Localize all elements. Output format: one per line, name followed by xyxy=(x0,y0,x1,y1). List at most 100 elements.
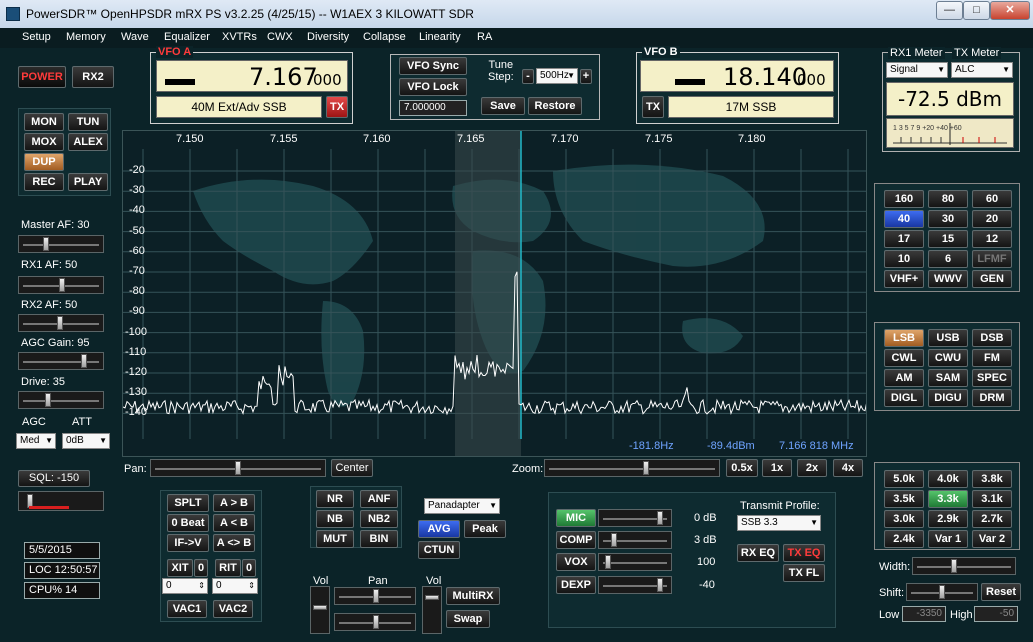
mode-usb-button[interactable]: USB xyxy=(928,329,968,347)
filter-4-0k-button[interactable]: 4.0k xyxy=(928,470,968,488)
center-button[interactable]: Center xyxy=(331,459,373,477)
vfo-b-tx-button[interactable]: TX xyxy=(642,96,664,118)
vfo-a-tx-button[interactable]: TX xyxy=(326,96,348,118)
band-wwv-button[interactable]: WWV xyxy=(928,270,968,288)
menu-xvtrs[interactable]: XVTRs xyxy=(222,31,257,43)
ctun-button[interactable]: CTUN xyxy=(418,541,460,559)
vfo-sync-button[interactable]: VFO Sync xyxy=(399,57,467,75)
dexp-slider[interactable] xyxy=(598,576,672,594)
rx1-meter-select[interactable]: Signal ▼ xyxy=(886,62,948,78)
filter-2-7k-button[interactable]: 2.7k xyxy=(972,510,1012,528)
menu-equalizer[interactable]: Equalizer xyxy=(164,31,210,43)
menu-cwx[interactable]: CWX xyxy=(267,31,293,43)
mode-fm-button[interactable]: FM xyxy=(972,349,1012,367)
zoom-2x-button[interactable]: 2x xyxy=(797,459,827,477)
menu-collapse[interactable]: Collapse xyxy=(363,31,406,43)
pan-rx2-slider[interactable] xyxy=(334,613,416,631)
dup-button[interactable]: DUP xyxy=(24,153,64,171)
vfo-a-frequency[interactable]: 7.167 000 xyxy=(156,60,348,92)
a-to-b-button[interactable]: A > B xyxy=(213,494,255,512)
mode-spec-button[interactable]: SPEC xyxy=(972,369,1012,387)
mic-slider[interactable] xyxy=(598,509,672,527)
anf-button[interactable]: ANF xyxy=(360,490,398,508)
band-30-button[interactable]: 30 xyxy=(928,210,968,228)
alex-button[interactable]: ALEX xyxy=(68,133,108,151)
rit-offset-input[interactable]: 0 ⇕ xyxy=(212,578,258,594)
menu-ra[interactable]: RA xyxy=(477,31,492,43)
drive-slider[interactable] xyxy=(18,391,104,409)
if-to-v-button[interactable]: IF->V xyxy=(167,534,209,552)
vox-slider[interactable] xyxy=(598,553,672,571)
vac2-button[interactable]: VAC2 xyxy=(213,600,253,618)
rx2-af-slider[interactable] xyxy=(18,314,104,332)
tun-button[interactable]: TUN xyxy=(68,113,108,131)
mode-cwl-button[interactable]: CWL xyxy=(884,349,924,367)
save-button[interactable]: Save xyxy=(481,97,525,115)
maximize-button[interactable]: □ xyxy=(963,1,990,20)
mute-button[interactable]: MUT xyxy=(316,530,354,548)
zero-beat-button[interactable]: 0 Beat xyxy=(167,514,209,532)
rx1-af-slider[interactable] xyxy=(18,276,104,294)
vol-rx2-slider[interactable] xyxy=(422,586,442,634)
band-12-button[interactable]: 12 xyxy=(972,230,1012,248)
bin-button[interactable]: BIN xyxy=(360,530,398,548)
nb2-button[interactable]: NB2 xyxy=(360,510,398,528)
menu-setup[interactable]: Setup xyxy=(22,31,51,43)
swap-ab-button[interactable]: A <> B xyxy=(213,534,255,552)
mode-sam-button[interactable]: SAM xyxy=(928,369,968,387)
mode-cwu-button[interactable]: CWU xyxy=(928,349,968,367)
filter-2-9k-button[interactable]: 2.9k xyxy=(928,510,968,528)
minimize-button[interactable]: — xyxy=(936,1,963,20)
band-160-button[interactable]: 160 xyxy=(884,190,924,208)
vfo-lock-button[interactable]: VFO Lock xyxy=(399,78,467,96)
power-button[interactable]: POWER xyxy=(18,66,66,88)
transmit-profile-select[interactable]: SSB 3.3 ▼ xyxy=(737,515,821,531)
vol-rx1-slider[interactable] xyxy=(310,586,330,634)
rit-value[interactable]: 0 xyxy=(242,559,256,577)
multirx-button[interactable]: MultiRX xyxy=(446,587,500,605)
nb-button[interactable]: NB xyxy=(316,510,354,528)
vox-button[interactable]: VOX xyxy=(556,553,596,571)
tune-step-select[interactable]: 500Hz ▼ xyxy=(536,68,578,84)
shift-slider[interactable] xyxy=(906,583,978,601)
filter-3-5k-button[interactable]: 3.5k xyxy=(884,490,924,508)
tune-step-plus[interactable]: + xyxy=(580,69,592,84)
band-20-button[interactable]: 20 xyxy=(972,210,1012,228)
restore-button[interactable]: Restore xyxy=(528,97,582,115)
tx-eq-button[interactable]: TX EQ xyxy=(783,544,825,562)
filter-3-8k-button[interactable]: 3.8k xyxy=(972,470,1012,488)
mode-am-button[interactable]: AM xyxy=(884,369,924,387)
sql-slider[interactable] xyxy=(18,491,104,511)
band-10-button[interactable]: 10 xyxy=(884,250,924,268)
band-lfmf-button[interactable]: LFMF xyxy=(972,250,1012,268)
vfo-sync-value[interactable]: 7.000000 xyxy=(399,100,467,116)
mode-digl-button[interactable]: DIGL xyxy=(884,389,924,407)
rx-eq-button[interactable]: RX EQ xyxy=(737,544,779,562)
band-60-button[interactable]: 60 xyxy=(972,190,1012,208)
vac1-button[interactable]: VAC1 xyxy=(167,600,207,618)
xit-offset-input[interactable]: 0 ⇕ xyxy=(162,578,208,594)
band-vhf--button[interactable]: VHF+ xyxy=(884,270,924,288)
peak-button[interactable]: Peak xyxy=(464,520,506,538)
agc-gain-slider[interactable] xyxy=(18,352,104,370)
zoom-slider[interactable] xyxy=(544,459,720,477)
filter-2-4k-button[interactable]: 2.4k xyxy=(884,530,924,548)
band-80-button[interactable]: 80 xyxy=(928,190,968,208)
att-select[interactable]: 0dB ▼ xyxy=(62,433,110,449)
band-17-button[interactable]: 17 xyxy=(884,230,924,248)
pan-rx1-slider[interactable] xyxy=(334,587,416,605)
reset-button[interactable]: Reset xyxy=(981,583,1021,601)
filter-var-2-button[interactable]: Var 2 xyxy=(972,530,1012,548)
agc-select[interactable]: Med ▼ xyxy=(16,433,56,449)
filter-var-1-button[interactable]: Var 1 xyxy=(928,530,968,548)
swap-rx-button[interactable]: Swap xyxy=(446,610,490,628)
xit-button[interactable]: XIT xyxy=(167,559,193,577)
b-to-a-button[interactable]: A < B xyxy=(213,514,255,532)
menu-linearity[interactable]: Linearity xyxy=(419,31,461,43)
rx2-button[interactable]: RX2 xyxy=(72,66,114,88)
panadapter-display[interactable]: 7.150 7.155 7.160 7.165 7.170 7.175 7.180 -20 -… xyxy=(122,130,867,457)
zoom-0.5x-button[interactable]: 0.5x xyxy=(726,459,758,477)
high-value[interactable]: -50 xyxy=(974,606,1018,622)
mox-button[interactable]: MOX xyxy=(24,133,64,151)
menu-wave[interactable]: Wave xyxy=(121,31,149,43)
